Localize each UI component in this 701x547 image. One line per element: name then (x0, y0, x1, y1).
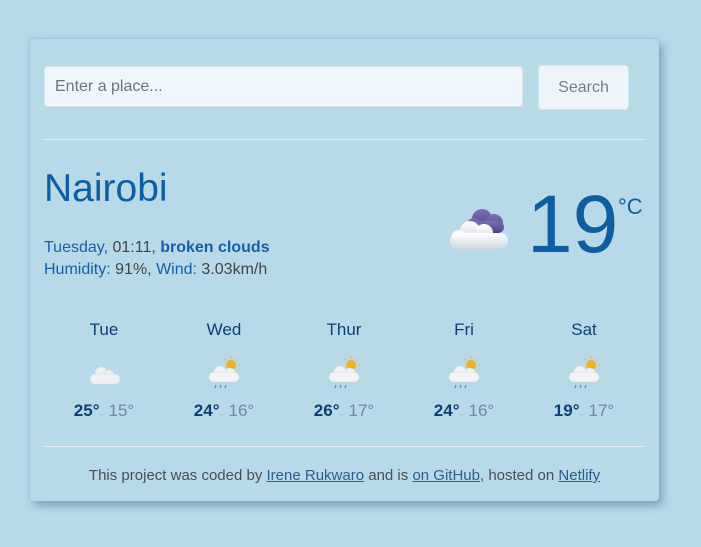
rain-sun-icon (328, 356, 360, 389)
wind-value: 3.03km/h (201, 261, 268, 278)
top-divider (44, 139, 644, 140)
search-button[interactable]: Search (538, 65, 629, 110)
forecast-day: Sat 19° 17° (524, 317, 644, 423)
footer-text: and is (364, 467, 413, 484)
forecast: Tue 25° 15° Wed 24° 16° Thur 26° 17° Fri… (44, 317, 644, 432)
forecast-min-temp: 16° (228, 401, 255, 420)
rain-sun-icon (208, 356, 240, 389)
search-form: Search (44, 65, 629, 110)
forecast-max-temp: 26° (313, 401, 340, 420)
forecast-min-temp: 17° (588, 401, 615, 420)
footer-text: , hosted on (479, 467, 559, 484)
netlify-link[interactable]: Netlify (558, 467, 600, 484)
forecast-max-temp: 24° (433, 401, 460, 420)
current-details: Tuesday, 01:11, broken clouds Humidity: … (44, 237, 270, 281)
forecast-max-temp: 24° (193, 401, 220, 420)
footer-text: This project was coded by (88, 467, 267, 484)
cloud-icon (89, 366, 121, 385)
forecast-day: Thur 26° 17° (284, 317, 404, 423)
forecast-day-name: Fri (454, 320, 474, 339)
city-name: Nairobi (44, 167, 168, 210)
forecast-min-temp: 15° (108, 401, 135, 420)
forecast-day-name: Wed (206, 320, 242, 339)
forecast-day-name: Sat (571, 320, 597, 339)
humidity-value: 91%, (115, 261, 152, 278)
date-line: Tuesday, 01:11, broken clouds (44, 237, 270, 259)
current-temperature: 19 (527, 179, 619, 270)
search-input[interactable] (44, 66, 523, 107)
forecast-max-temp: 19° (553, 401, 580, 420)
bottom-divider (44, 446, 644, 447)
github-link[interactable]: on GitHub (412, 467, 480, 484)
humidity-label: Humidity: (44, 261, 111, 278)
footer: This project was coded by Irene Rukwaro … (30, 467, 659, 484)
forecast-min-temp: 17° (348, 401, 375, 420)
temperature-unit[interactable]: °C (618, 194, 643, 220)
wind-label: Wind: (156, 261, 197, 278)
forecast-max-temp: 25° (73, 401, 100, 420)
rain-sun-icon (448, 356, 480, 389)
current-time: 01:11, (112, 239, 156, 256)
conditions-line: Humidity: 91%, Wind: 3.03km/h (44, 259, 270, 281)
current-day: Tuesday, (44, 239, 109, 256)
broken-clouds-icon (450, 209, 508, 249)
forecast-day-name: Thur (326, 320, 362, 339)
rain-sun-icon (568, 356, 600, 389)
forecast-day-name: Tue (89, 320, 119, 339)
forecast-day: Wed 24° 16° (164, 317, 284, 423)
author-link[interactable]: Irene Rukwaro (267, 467, 365, 484)
forecast-day: Tue 25° 15° (44, 317, 164, 423)
weather-card: Search Nairobi Tuesday, 01:11, broken cl… (30, 39, 659, 501)
weather-description: broken clouds (160, 239, 270, 256)
forecast-day: Fri 24° 16° (404, 317, 524, 423)
forecast-min-temp: 16° (468, 401, 495, 420)
